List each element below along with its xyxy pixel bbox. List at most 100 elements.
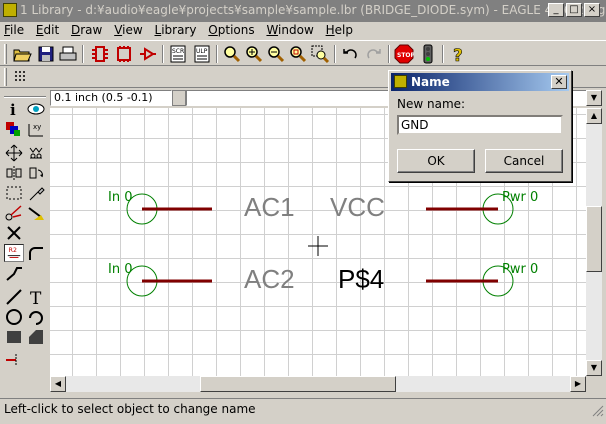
mirror-icon[interactable] <box>4 164 24 182</box>
vertical-scroll-thumb[interactable] <box>586 206 602 272</box>
display-icon[interactable] <box>4 120 24 138</box>
app-icon <box>3 3 17 17</box>
menu-help[interactable]: Help <box>322 22 357 38</box>
info-icon[interactable]: i <box>4 100 24 118</box>
save-icon[interactable] <box>36 44 56 64</box>
minimize-button[interactable]: _ <box>548 3 564 17</box>
dialog-close-button[interactable]: ✕ <box>551 75 567 89</box>
rectangle-icon[interactable] <box>4 328 24 346</box>
scroll-down-button[interactable]: ▼ <box>586 360 602 376</box>
toolbar-separator <box>216 45 218 63</box>
menu-bar: File Edit Draw View Library Options Wind… <box>0 22 606 40</box>
redo-icon[interactable] <box>364 44 384 64</box>
pin-label: Pwr 0 <box>502 190 539 205</box>
horizontal-scroll-thumb[interactable] <box>200 376 396 392</box>
toolbar-separator <box>442 45 444 63</box>
dialog-title-bar[interactable]: Name ✕ <box>391 73 569 91</box>
palette-grip <box>4 96 46 98</box>
menu-file[interactable]: File <box>0 22 28 38</box>
pin-name-label[interactable]: VCC <box>330 192 385 223</box>
toolbar-separator <box>334 45 336 63</box>
miter-icon[interactable] <box>26 244 46 262</box>
zoom-select-icon[interactable] <box>310 44 330 64</box>
origin-crosshair <box>308 236 328 256</box>
pin-name-label[interactable]: AC2 <box>244 264 295 295</box>
show-icon[interactable] <box>26 100 46 118</box>
menu-library[interactable]: Library <box>151 22 201 38</box>
pin-icon[interactable] <box>4 350 24 368</box>
circle-icon[interactable] <box>4 308 24 326</box>
toolbar-separator <box>82 45 84 63</box>
zoom-out-icon[interactable] <box>266 44 286 64</box>
coordinate-display: 0.1 inch (0.5 -0.1) <box>50 90 172 106</box>
stop-icon[interactable]: STOP <box>394 44 414 64</box>
toolbar-grip <box>4 68 7 86</box>
dialog-app-icon <box>394 75 407 88</box>
dialog-title: Name <box>411 75 450 89</box>
menu-edit[interactable]: Edit <box>32 22 63 38</box>
new-name-label: New name: <box>397 97 466 111</box>
svg-text:STOP: STOP <box>397 52 414 59</box>
command-dropdown-button[interactable]: ▼ <box>586 90 602 106</box>
script-icon[interactable]: SCR <box>168 44 188 64</box>
help-icon[interactable]: ? <box>448 44 468 64</box>
delete-icon[interactable] <box>4 224 24 242</box>
split-icon[interactable] <box>4 264 24 282</box>
zoom-in-icon[interactable] <box>244 44 264 64</box>
change-icon[interactable] <box>26 184 46 202</box>
svg-text:T: T <box>30 289 42 306</box>
toolbar-separator <box>162 45 164 63</box>
wire-icon[interactable] <box>4 288 24 306</box>
device-icon[interactable] <box>90 44 110 64</box>
pin-name-label[interactable]: AC1 <box>244 192 295 223</box>
menu-view[interactable]: View <box>110 22 146 38</box>
svg-text:i: i <box>10 101 16 118</box>
ulp-icon[interactable]: ULP <box>192 44 212 64</box>
horizontal-scrollbar[interactable]: ◀ ▶ <box>50 376 586 392</box>
polygon-icon[interactable] <box>26 328 46 346</box>
scroll-left-button[interactable]: ◀ <box>50 376 66 392</box>
package-icon[interactable] <box>114 44 134 64</box>
pin-name-label-selected[interactable]: P$4 <box>338 264 384 295</box>
status-bar: Left-click to select object to change na… <box>0 398 606 418</box>
move-icon[interactable] <box>4 144 24 162</box>
copy-icon[interactable] <box>26 144 46 162</box>
scroll-corner <box>586 376 602 392</box>
arc-icon[interactable] <box>26 308 46 326</box>
zoom-fit-icon[interactable] <box>222 44 242 64</box>
name-dialog: Name ✕ New name: OK Cancel <box>388 70 572 182</box>
symbol-icon[interactable] <box>138 44 158 64</box>
menu-window[interactable]: Window <box>262 22 317 38</box>
name-icon[interactable]: R2 <box>4 244 24 262</box>
cancel-button[interactable]: Cancel <box>485 149 563 173</box>
grid-icon[interactable] <box>14 70 28 84</box>
toolbar-grip <box>4 44 7 64</box>
svg-text:R2: R2 <box>9 247 17 254</box>
undo-icon[interactable] <box>340 44 360 64</box>
paste-icon[interactable] <box>26 204 46 222</box>
pin-label: Pwr 0 <box>502 262 539 277</box>
open-icon[interactable] <box>12 44 32 64</box>
command-menu-button[interactable] <box>172 90 186 106</box>
menu-options[interactable]: Options <box>204 22 258 38</box>
zoom-redraw-icon[interactable] <box>288 44 308 64</box>
mark-icon[interactable]: xy <box>26 120 46 138</box>
status-text: Left-click to select object to change na… <box>4 402 256 416</box>
menu-draw[interactable]: Draw <box>67 22 106 38</box>
pin-label: In 0 <box>108 262 133 277</box>
print-icon[interactable] <box>58 44 78 64</box>
maximize-button[interactable]: □ <box>566 3 582 17</box>
vertical-scrollbar[interactable]: ▲ ▼ <box>586 108 602 376</box>
scroll-right-button[interactable]: ▶ <box>570 376 586 392</box>
pin-label: In 0 <box>108 190 133 205</box>
group-icon[interactable] <box>4 184 24 202</box>
new-name-input[interactable] <box>397 115 563 135</box>
scroll-up-button[interactable]: ▲ <box>586 108 602 124</box>
rotate-icon[interactable] <box>26 164 46 182</box>
cut-icon[interactable] <box>4 204 24 222</box>
ok-button[interactable]: OK <box>397 149 475 173</box>
resize-grip[interactable] <box>592 405 604 417</box>
go-icon[interactable] <box>418 44 438 64</box>
text-icon[interactable]: T <box>26 288 46 306</box>
close-button[interactable]: × <box>584 3 600 17</box>
